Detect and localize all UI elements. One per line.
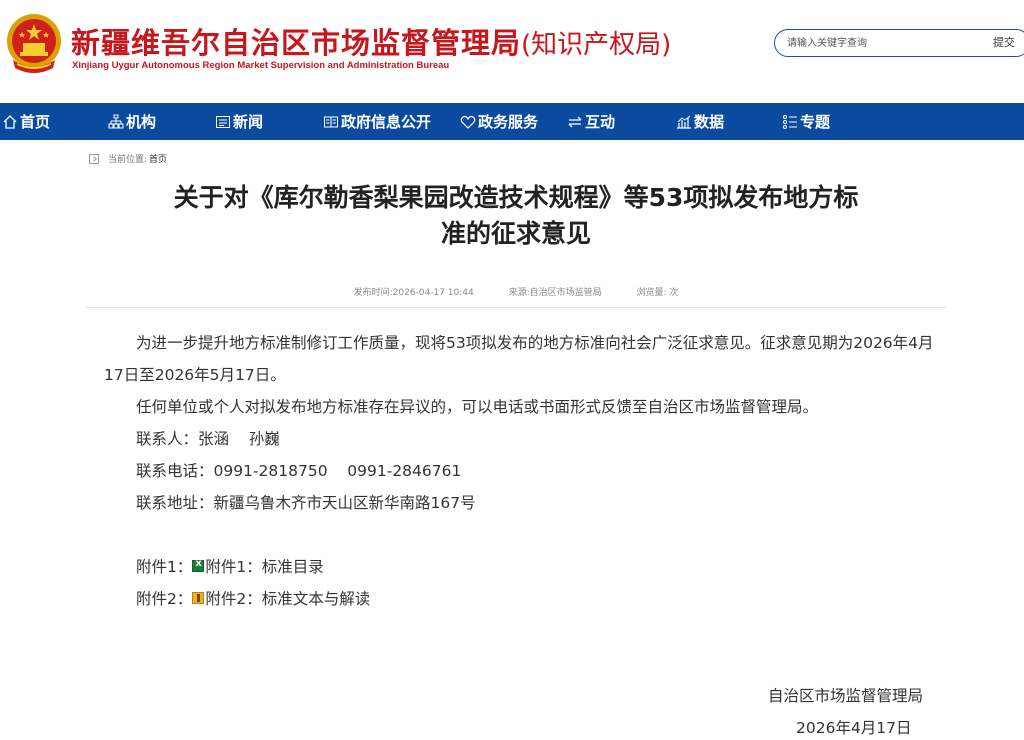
nav-label: 专题 — [800, 113, 831, 131]
nav-item-news[interactable]: 新闻 — [215, 103, 263, 140]
national-emblem-icon — [7, 14, 61, 73]
nav-label: 政务服务 — [478, 113, 539, 131]
attachment-row-1: 附件1： 附件1：标准目录 — [136, 555, 324, 577]
location-icon — [89, 153, 99, 164]
view-count: 浏览量: 次 — [636, 288, 679, 298]
site-title-sub: (知识产权局) — [521, 30, 672, 60]
nav-label: 首页 — [20, 113, 51, 131]
paragraph-intro: 为进一步提升地方标准制修订工作质量，现将53项拟发布的地方标准向社会广泛征求意见… — [104, 334, 934, 384]
site-header: 新疆维吾尔自治区市场监督管理局(知识产权局) Xinjiang Uygur Au… — [0, 0, 1024, 103]
article-title: 关于对《库尔勒香梨果园改造技术规程》等53项拟发布地方标 准的征求意见 — [110, 180, 922, 252]
nav-label: 数据 — [694, 113, 725, 131]
breadcrumb: 当前位置: 首页 — [89, 152, 167, 165]
article-title-line1: 关于对《库尔勒香梨果园改造技术规程》等53项拟发布地方标 — [173, 183, 859, 212]
main-nav: 首页 机构 新闻 政府信息公开 政务服务 互动 数据 专题 — [0, 103, 1024, 140]
attachment-link-2[interactable]: 附件2：标准文本与解读 — [205, 587, 370, 609]
attachment-row-2: 附件2： 附件2：标准文本与解读 — [136, 587, 370, 609]
attachment-label: 附件1： — [136, 558, 193, 576]
article-title-line2: 准的征求意见 — [440, 219, 591, 248]
list-icon — [783, 114, 797, 129]
contact-address: 联系地址：新疆乌鲁木齐市天山区新华南路167号 — [136, 494, 476, 512]
publish-time: 发布时间:2026-04-17 10:44 — [353, 288, 474, 298]
paragraph-feedback: 任何单位或个人对拟发布地方标准存在异议的，可以电话或书面形式反馈至自治区市场监督… — [136, 398, 819, 416]
signature-date: 2026年4月17日 — [796, 719, 912, 737]
title-divider — [86, 307, 946, 308]
article-source: 来源:自治区市场监管局 — [508, 288, 602, 298]
excel-file-icon — [192, 558, 205, 572]
article-meta: 发布时间:2026-04-17 10:44 来源:自治区市场监管局 浏览量: 次 — [86, 285, 946, 298]
search-box: 提交 — [774, 29, 1024, 57]
home-icon — [3, 114, 17, 129]
nav-label: 新闻 — [233, 113, 264, 131]
attachment-link-1[interactable]: 附件1：标准目录 — [205, 555, 323, 577]
info-open-icon — [324, 116, 338, 127]
site-title: 新疆维吾尔自治区市场监督管理局(知识产权局) — [71, 26, 672, 60]
article-body: 为进一步提升地方标准制修订工作质量，现将53项拟发布的地方标准向社会广泛征求意见… — [104, 327, 934, 519]
nav-item-topics[interactable]: 专题 — [782, 103, 830, 140]
signature-organization: 自治区市场监督管理局 — [768, 687, 924, 705]
nav-label: 政府信息公开 — [341, 113, 432, 131]
nav-item-data[interactable]: 数据 — [676, 103, 724, 140]
nav-item-interact[interactable]: 互动 — [567, 103, 615, 140]
search-input[interactable] — [787, 34, 977, 52]
attachment-label: 附件2： — [136, 590, 193, 608]
org-chart-icon — [108, 114, 124, 128]
exchange-icon — [568, 116, 582, 127]
news-icon — [216, 115, 230, 128]
nav-item-gov-info[interactable]: 政府信息公开 — [323, 103, 431, 140]
contact-phone: 联系电话：0991-2818750 0991-2846761 — [136, 462, 462, 480]
nav-item-org[interactable]: 机构 — [108, 103, 156, 140]
contact-person: 联系人：张涵 孙巍 — [136, 430, 280, 448]
nav-item-home[interactable]: 首页 — [2, 103, 50, 140]
breadcrumb-home-link[interactable]: 首页 — [149, 152, 167, 165]
search-submit-button[interactable]: 提交 — [993, 34, 1015, 50]
breadcrumb-prefix: 当前位置: — [108, 155, 148, 165]
chart-icon — [677, 115, 691, 129]
archive-file-icon — [192, 592, 205, 604]
nav-item-services[interactable]: 政务服务 — [460, 103, 538, 140]
site-title-english: Xinjiang Uygur Autonomous Region Market … — [72, 60, 450, 71]
nav-label: 互动 — [585, 113, 616, 131]
nav-label: 机构 — [126, 113, 157, 131]
heart-icon — [460, 115, 476, 129]
